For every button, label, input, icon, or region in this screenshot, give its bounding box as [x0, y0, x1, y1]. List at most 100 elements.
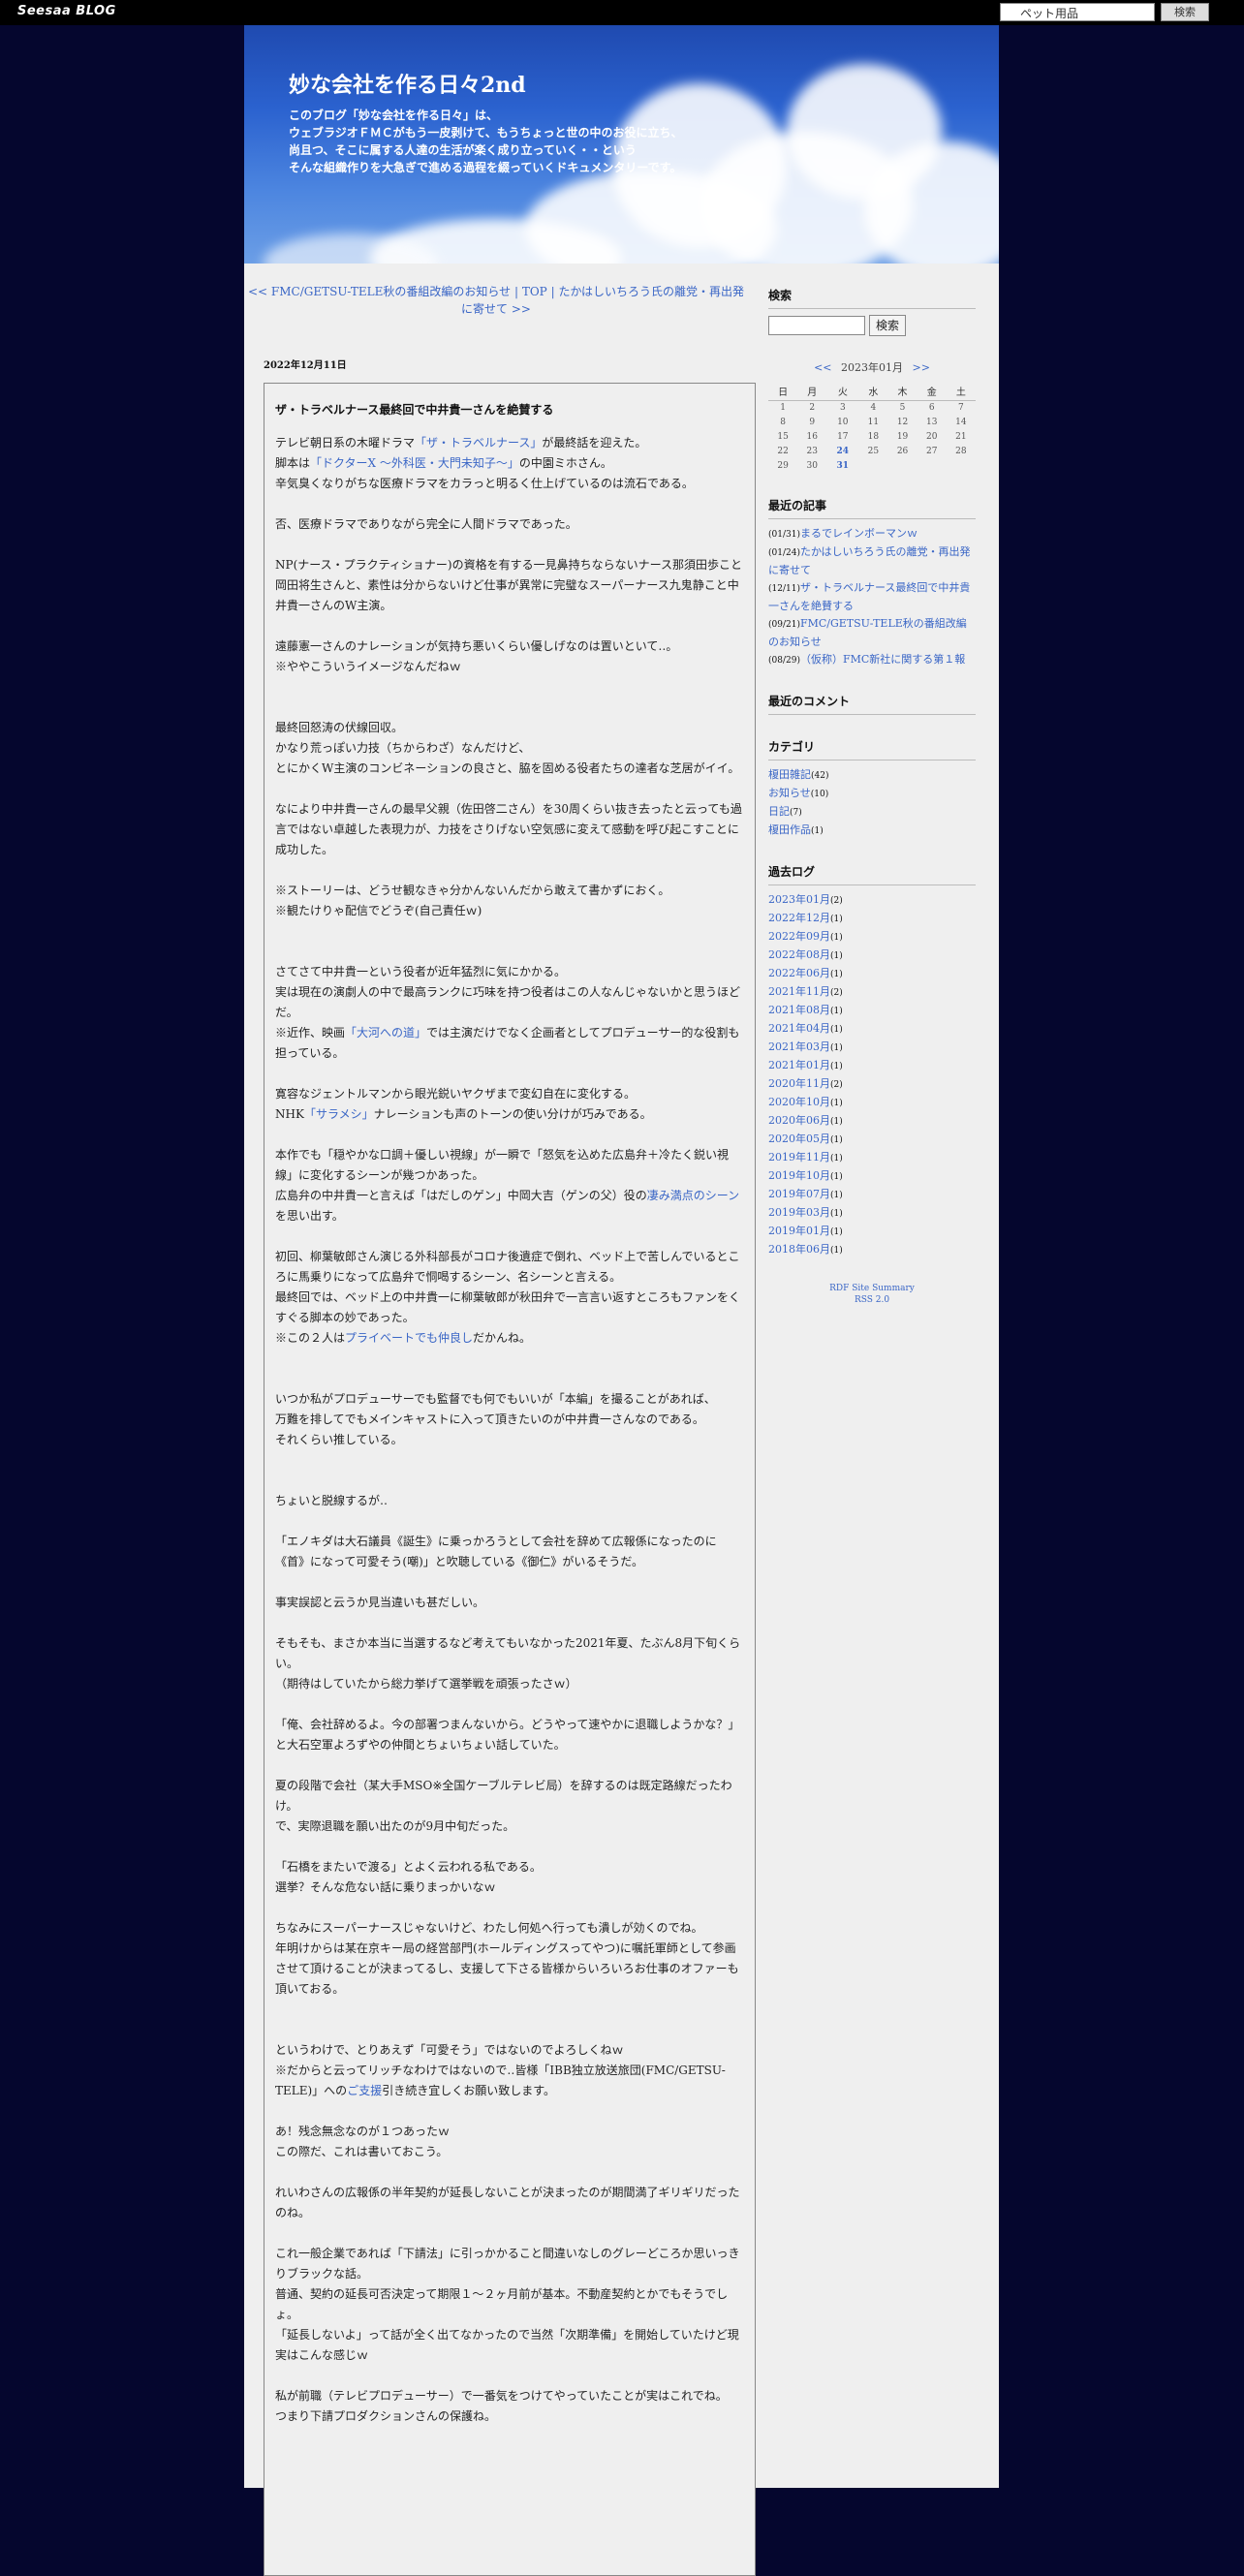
article-link[interactable]: ご支援: [347, 2084, 382, 2097]
archive-item: 2022年09月(1): [768, 928, 976, 947]
article-text: 引き続き宜しくお願い致します。: [382, 2084, 556, 2097]
archive-link[interactable]: 2023年01月: [768, 893, 830, 906]
article-line: れいわさんの広報係の半年契約が延長しないことが決まったのが期間満了ギリギリだった…: [275, 2183, 745, 2223]
calendar-prev-link[interactable]: <<: [814, 361, 831, 374]
article-text: それくらい推している。: [275, 1433, 403, 1446]
archives-heading: 過去ログ: [768, 863, 976, 885]
calendar-day: 19: [896, 432, 909, 442]
calendar-day: 29: [777, 461, 789, 471]
archive-link[interactable]: 2020年06月: [768, 1114, 830, 1127]
article-text: 事実誤認と云うか見当違いも甚だしい。: [275, 1596, 485, 1609]
calendar-day: 3: [839, 403, 846, 413]
top-search-input[interactable]: ペット用品: [1000, 3, 1155, 21]
archive-link[interactable]: 2021年11月: [768, 985, 830, 998]
article-link[interactable]: 「大河への道」: [345, 1026, 426, 1040]
article-line: 辛気臭くなりがちな医療ドラマをカラっと明るく仕上げているのは流石である。: [275, 474, 745, 494]
article-paragraph: というわけで、とりあえず「可愛そう」ではないのでよろしくねｗ ※だからと云ってリッ…: [275, 2040, 745, 2101]
sidebar-search-input[interactable]: [768, 316, 865, 335]
calendar-week: 29 30 31: [768, 459, 976, 474]
article-paragraph: なにより中井貴一さんの最早父親（佐田啓二さん）を30周くらい抜き去ったと云っても…: [275, 799, 745, 860]
calendar-day: 17: [837, 432, 849, 442]
article-line: 否、医療ドラマでありながら完全に人間ドラマであった。: [275, 514, 745, 535]
archive-link[interactable]: 2019年07月: [768, 1188, 830, 1200]
archive-link[interactable]: 2021年04月: [768, 1022, 830, 1035]
category-link[interactable]: 日記: [768, 805, 790, 818]
archive-count: (1): [830, 970, 843, 979]
article-title[interactable]: ザ・トラベルナース最終回で中井貴一さんを絶賛する: [275, 401, 745, 418]
archive-link[interactable]: 2018年06月: [768, 1243, 830, 1256]
recent-post-link[interactable]: まるでレインボーマンｗ: [800, 527, 917, 540]
archive-link[interactable]: 2022年09月: [768, 930, 830, 943]
article-text: つまり下請プロダクションさんの保護ね。: [275, 2409, 497, 2423]
archive-link[interactable]: 2020年05月: [768, 1133, 830, 1145]
article-paragraph: 事実誤認と云うか見当違いも甚だしい。: [275, 1593, 745, 1613]
seesaa-logo[interactable]: Seesaa BLOG: [17, 4, 116, 18]
archive-link[interactable]: 2021年01月: [768, 1059, 830, 1071]
recent-posts-heading: 最近の記事: [768, 497, 976, 519]
article-link[interactable]: 凄み満点のシーン: [647, 1189, 739, 1202]
article-text: かなり荒っぽい力技（ちからわざ）なんだけど、: [275, 741, 531, 755]
nav-separator: |: [513, 285, 518, 298]
recent-post-link[interactable]: （仮称）FMC新社に関する第１報: [800, 653, 965, 666]
archive-count: (2): [830, 896, 843, 906]
top-search-button[interactable]: 検索: [1161, 3, 1209, 21]
archive-item: 2019年11月(1): [768, 1149, 976, 1167]
archive-item: 2023年01月(2): [768, 891, 976, 910]
article-text: あ！残念無念なのが１つあったｗ: [275, 2125, 451, 2138]
calendar-day: [887, 459, 917, 474]
archive-item: 2020年11月(2): [768, 1075, 976, 1094]
calendar-day[interactable]: 31: [826, 459, 858, 474]
article-text: 夏の段階で会社（某大手MSO※全国ケーブルテレビ局）を辞するのは既定路線だったわ…: [275, 1779, 732, 1813]
calendar-day: 10: [837, 418, 849, 427]
archive-link[interactable]: 2021年08月: [768, 1004, 830, 1016]
article-link[interactable]: 「ザ・トラベルナース」: [415, 436, 542, 450]
rdf-link[interactable]: RDF Site Summary: [768, 1283, 976, 1294]
archive-link[interactable]: 2019年01月: [768, 1225, 830, 1237]
article-text: 「石橋をまたいで渡る」とよく云われる私である。: [275, 1860, 542, 1874]
archive-link[interactable]: 2022年12月: [768, 912, 830, 924]
calendar-day: 15: [777, 432, 789, 442]
archive-link[interactable]: 2021年03月: [768, 1040, 830, 1053]
archive-link[interactable]: 2022年06月: [768, 967, 830, 979]
article-link[interactable]: プライベートでも仲良し: [345, 1331, 473, 1345]
category-item: 榎田雑記(42): [768, 766, 976, 785]
archive-item: 2019年10月(1): [768, 1167, 976, 1186]
archive-count: (1): [830, 1209, 843, 1219]
article-link[interactable]: 「ドクターX ～外科医・大門未知子～」: [310, 456, 519, 470]
blog-header: 妙な会社を作る日々2nd このブログ「妙な会社を作る日々」は、 ウェブラジオＦＭ…: [244, 25, 999, 264]
calendar-day[interactable]: 24: [826, 445, 858, 459]
archive-link[interactable]: 2019年10月: [768, 1169, 830, 1182]
article-paragraph: いつか私がプロデューサーでも監督でも何でもいいが「本編」を撮ることがあれば、 万難…: [275, 1389, 745, 1450]
category-item: 日記(7): [768, 803, 976, 822]
archive-link[interactable]: 2019年03月: [768, 1206, 830, 1219]
article-text: ちょいと脱線するが‥: [275, 1494, 389, 1507]
archive-item: 2019年01月(1): [768, 1223, 976, 1241]
calendar-day: 6: [928, 403, 935, 413]
category-link[interactable]: 榎田雑記: [768, 768, 811, 781]
article-text: ちなみにスーパーナースじゃないけど、わたし何処へ行っても潰しが効くのでね。: [275, 1921, 703, 1935]
article-line: ※近作、映画「大河への道」では主演だけでなく企画者としてプロデューサー的な役割も…: [275, 1023, 745, 1064]
archive-link[interactable]: 2022年08月: [768, 948, 830, 961]
article-link[interactable]: 「サラメシ」: [304, 1107, 374, 1121]
article-text: 否、医療ドラマでありながら完全に人間ドラマであった。: [275, 517, 577, 531]
article-paragraph: 最終回怒涛の伏線回収。 かなり荒っぽい力技（ちからわざ）なんだけど、 とにかくW主演…: [275, 718, 745, 779]
article-line: ※だからと云ってリッチなわけではないので‥皆様「IBB独立放送旅団(FMC/GE…: [275, 2061, 745, 2101]
category-link[interactable]: 榎田作品: [768, 823, 811, 836]
archive-link[interactable]: 2019年11月: [768, 1151, 830, 1164]
category-count: (1): [811, 826, 824, 836]
rss2-link[interactable]: RSS 2.0: [768, 1294, 976, 1306]
sidebar-search-button[interactable]: 検索: [869, 315, 907, 336]
archive-link[interactable]: 2020年10月: [768, 1096, 830, 1108]
prev-entry-link[interactable]: << FMC/GETSU-TELE秋の番組改編のお知らせ: [248, 285, 511, 298]
calendar-next-link[interactable]: >>: [913, 361, 930, 374]
archive-link[interactable]: 2020年11月: [768, 1077, 830, 1090]
recent-post-date: (12/11): [768, 584, 800, 594]
top-link[interactable]: TOP: [522, 285, 547, 298]
category-link[interactable]: お知らせ: [768, 787, 811, 799]
archive-item: 2021年01月(1): [768, 1057, 976, 1075]
article-box: ザ・トラベルナース最終回で中井貴一さんを絶賛する テレビ朝日系の木曜ドラマ「ザ・…: [264, 383, 756, 2576]
calendar-weekday: 土: [946, 381, 976, 401]
article-line: NHK「サラメシ」ナレーションも声のトーンの使い分けが巧みである。: [275, 1104, 745, 1125]
article-text: ※ややこういうイメージなんだねｗ: [275, 660, 461, 673]
blog-title[interactable]: 妙な会社を作る日々2nd: [289, 68, 526, 99]
